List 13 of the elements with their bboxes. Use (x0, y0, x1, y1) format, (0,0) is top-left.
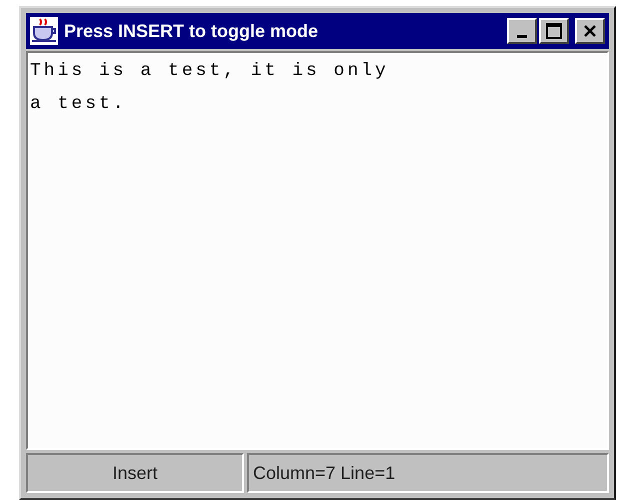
cup-icon (30, 17, 58, 45)
minimize-button[interactable] (507, 18, 537, 44)
mode-indicator: Insert (26, 453, 244, 493)
maximize-icon (546, 23, 562, 39)
text-line: This is a test, it is only (30, 60, 389, 83)
text-line: a test. (30, 93, 127, 116)
cursor-position: Column=7 Line=1 (247, 453, 609, 493)
text-area[interactable]: This is a test, it is only a test. (26, 51, 609, 450)
maximize-button[interactable] (539, 18, 569, 44)
window-title: Press INSERT to toggle mode (64, 20, 318, 43)
close-icon (583, 24, 597, 38)
close-button[interactable] (575, 18, 605, 44)
minimize-icon (517, 34, 527, 38)
